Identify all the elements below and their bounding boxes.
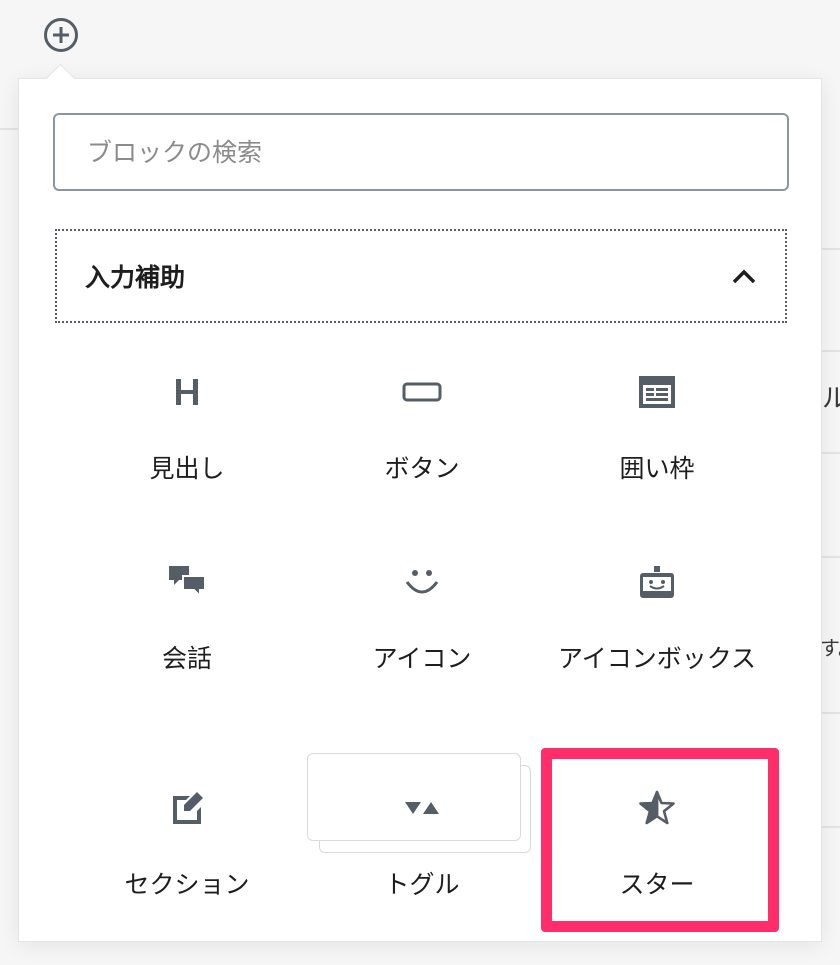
background-divider	[820, 452, 840, 454]
button-icon	[392, 371, 452, 413]
block-label: セクション	[124, 870, 250, 899]
background-divider	[820, 556, 840, 558]
block-label: トグル	[384, 870, 460, 899]
block-button[interactable]: ボタン	[306, 349, 538, 549]
background-text: す。	[820, 636, 840, 660]
frame-box-icon	[627, 371, 687, 413]
plus-circle-icon	[44, 18, 78, 52]
star-block-highlight	[541, 748, 779, 932]
background-divider	[820, 350, 840, 352]
background-divider	[820, 712, 840, 714]
panel-toggle-input-assist[interactable]: 入力補助	[55, 229, 787, 323]
block-icon[interactable]: アイコン	[306, 539, 538, 739]
block-label: アイコンボックス	[557, 644, 756, 673]
edit-section-icon	[157, 787, 217, 829]
icon-box-icon	[627, 561, 687, 603]
block-section[interactable]: セクション	[71, 765, 303, 965]
block-frame-box[interactable]: 囲い枠	[541, 349, 773, 549]
block-search-input[interactable]	[53, 113, 789, 191]
block-label: ボタン	[384, 454, 460, 483]
block-conversation[interactable]: 会話	[71, 539, 303, 739]
block-toggle[interactable]: トグル	[306, 765, 538, 965]
toggle-triangles-icon	[392, 787, 452, 829]
block-label: 会話	[161, 644, 212, 673]
add-block-button[interactable]	[42, 16, 80, 54]
background-divider	[0, 128, 18, 130]
background-text: ル	[822, 384, 840, 414]
block-label: 見出し	[149, 454, 225, 483]
speech-bubbles-icon	[157, 561, 217, 603]
panel-title: 入力補助	[85, 263, 186, 292]
chevron-up-icon	[732, 269, 756, 284]
heading-icon	[157, 371, 217, 413]
block-label: アイコン	[372, 644, 472, 673]
background-divider	[820, 826, 840, 828]
background-divider	[820, 248, 840, 250]
smiley-icon	[392, 561, 452, 603]
block-icon-box[interactable]: アイコンボックス	[541, 539, 773, 739]
block-label: 囲い枠	[619, 454, 695, 483]
block-heading[interactable]: 見出し	[71, 349, 303, 549]
